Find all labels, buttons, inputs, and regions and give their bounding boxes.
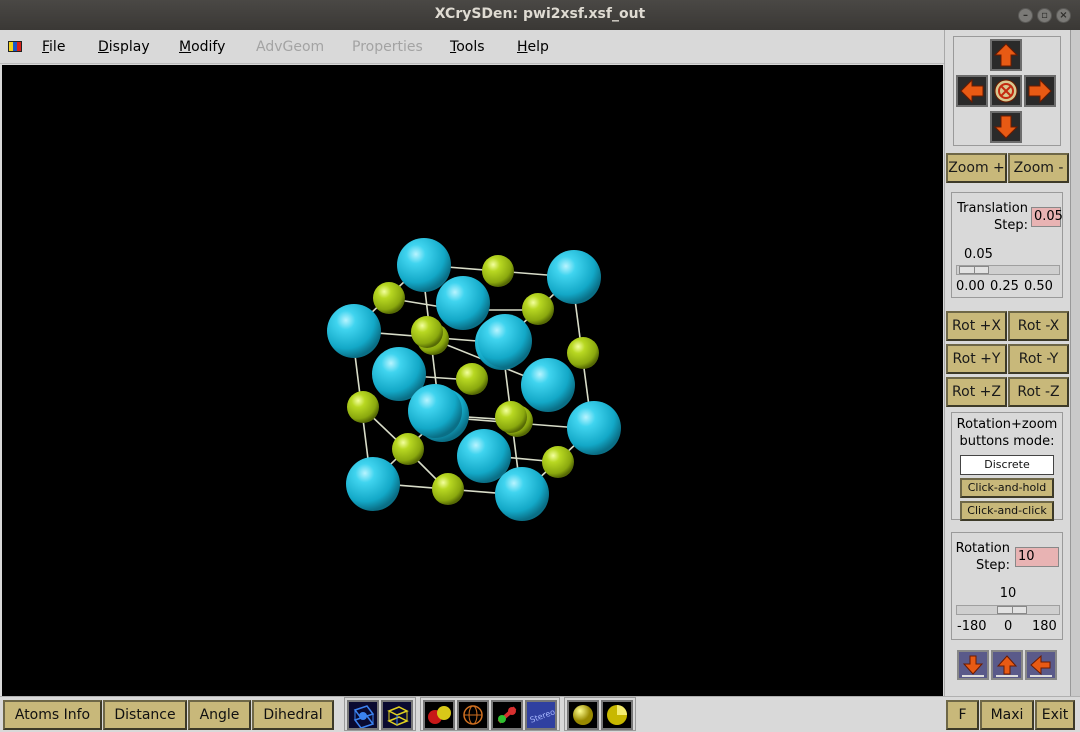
title-bar: XCrySDen: pwi2xsf.xsf_out – ▫ × [0, 0, 1080, 30]
arrow-up-view-icon [996, 655, 1018, 677]
view-up-arrow-button[interactable] [991, 650, 1023, 680]
rot-minus-x-button[interactable]: Rot -X [1008, 311, 1069, 341]
cell-display-group [344, 697, 416, 731]
menu-tools[interactable]: Tools [450, 39, 485, 55]
sticks-icon[interactable] [491, 700, 523, 730]
minimize-button[interactable]: – [1018, 8, 1033, 23]
translation-tick-mid: 0.25 [990, 279, 1019, 294]
translate-right-button[interactable] [1024, 75, 1056, 107]
f-button[interactable]: F [946, 700, 979, 730]
rotation-tick-mid: 0 [1004, 619, 1013, 634]
solid-sphere-icon[interactable] [567, 700, 599, 730]
translation-tick-min: 0.00 [956, 279, 985, 294]
bottom-toolbar: Atoms Info Distance Angle Dihedral Stere… [0, 696, 1080, 731]
exit-button[interactable]: Exit [1035, 700, 1075, 730]
menu-file[interactable]: File [42, 39, 65, 55]
translation-label: Translation [957, 201, 1028, 216]
view-left-arrow-button[interactable] [1025, 650, 1057, 680]
zoom-in-button[interactable]: Zoom + [946, 153, 1007, 183]
rotation-slider-value: 10 [999, 586, 1017, 601]
rotation-slider[interactable] [956, 605, 1060, 615]
menubar: File Display Modify AdvGeom Properties T… [0, 30, 944, 64]
menu-help[interactable]: Help [517, 39, 549, 55]
xcrysden-window: XCrySDen: pwi2xsf.xsf_out – ▫ × File Dis… [0, 0, 1080, 731]
translation-slider-thumb[interactable] [959, 266, 989, 274]
rotation-step-label: Step: [976, 558, 1010, 573]
translation-slider[interactable] [956, 265, 1060, 275]
menu-advgeom: AdvGeom [256, 39, 325, 55]
navigation-pad [953, 36, 1061, 146]
translation-step-group: Translation Step: 0.05 0.05 0.00 0.25 0.… [951, 192, 1063, 298]
close-button[interactable]: × [1056, 8, 1071, 23]
rotation-tick-min: -180 [957, 619, 987, 634]
translate-left-button[interactable] [956, 75, 988, 107]
distance-button[interactable]: Distance [103, 700, 187, 730]
mode-label-2: buttons mode: [959, 434, 1055, 449]
rot-minus-y-button[interactable]: Rot -Y [1008, 344, 1069, 374]
control-panel: Zoom + Zoom - Translation Step: 0.05 0.0… [944, 30, 1070, 696]
zoom-out-button[interactable]: Zoom - [1008, 153, 1069, 183]
rot-plus-y-button[interactable]: Rot +Y [946, 344, 1007, 374]
window-title: XCrySDen: pwi2xsf.xsf_out [434, 6, 646, 22]
structure-viewport[interactable] [2, 65, 943, 696]
menu-display[interactable]: Display [98, 39, 150, 55]
atoms-back [327, 238, 621, 521]
mode-discrete-button[interactable]: Discrete [960, 455, 1054, 475]
translation-step-input[interactable]: 0.05 [1031, 207, 1063, 227]
rotation-step-group: Rotation Step: 10 10 -180 0 180 [951, 532, 1063, 640]
rot-plus-x-button[interactable]: Rot +X [946, 311, 1007, 341]
dihedral-button[interactable]: Dihedral [252, 700, 334, 730]
translate-down-button[interactable] [990, 111, 1022, 143]
rotation-label: Rotation [955, 541, 1010, 556]
rot-plus-z-button[interactable]: Rot +Z [946, 377, 1007, 407]
arrow-left-view-icon [1030, 654, 1052, 677]
rot-minus-z-button[interactable]: Rot -Z [1008, 377, 1069, 407]
shaded-sphere-icon[interactable] [601, 700, 633, 730]
menu-modify[interactable]: Modify [179, 39, 225, 55]
reset-view-button[interactable] [990, 75, 1022, 107]
arrow-down-view-icon [962, 655, 984, 677]
arrow-up-icon [993, 43, 1019, 67]
app-menu-icon[interactable] [8, 41, 22, 52]
crystal-cell-icon[interactable] [347, 700, 379, 730]
maximize-button[interactable]: ▫ [1037, 8, 1052, 23]
menu-properties: Properties [352, 39, 423, 55]
arrow-down-icon [993, 115, 1019, 139]
mode-label: Rotation+zoom [956, 417, 1058, 432]
ball-stick-icon[interactable] [423, 700, 455, 730]
wireframe-sphere-icon[interactable] [457, 700, 489, 730]
mode-click-and-click-button[interactable]: Click-and-click [960, 501, 1054, 521]
translation-slider-value: 0.05 [964, 247, 993, 262]
rotation-slider-thumb[interactable] [997, 606, 1027, 614]
arrow-right-icon [1028, 78, 1052, 104]
maxi-button[interactable]: Maxi [980, 700, 1034, 730]
translate-up-button[interactable] [990, 39, 1022, 71]
atoms-info-button[interactable]: Atoms Info [3, 700, 102, 730]
stereo-icon[interactable]: Stereo [525, 700, 557, 730]
lighting-group [564, 697, 636, 731]
view-down-arrow-button[interactable] [957, 650, 989, 680]
translation-tick-max: 0.50 [1024, 279, 1053, 294]
rotation-step-input[interactable]: 10 [1015, 547, 1059, 567]
panel-scrollbar[interactable] [1070, 30, 1080, 696]
display-style-group: Stereo [420, 697, 560, 731]
svg-text:Stereo: Stereo [529, 707, 555, 724]
arrow-left-icon [960, 78, 984, 104]
unit-cell-icon[interactable] [381, 700, 413, 730]
angle-button[interactable]: Angle [188, 700, 251, 730]
reset-target-icon [994, 79, 1018, 103]
mode-click-and-hold-button[interactable]: Click-and-hold [960, 478, 1054, 498]
crystal-structure-render [327, 238, 621, 521]
translation-step-label: Step: [994, 218, 1028, 233]
rotation-mode-group: Rotation+zoom buttons mode: Discrete Cli… [951, 412, 1063, 521]
rotation-tick-max: 180 [1032, 619, 1057, 634]
